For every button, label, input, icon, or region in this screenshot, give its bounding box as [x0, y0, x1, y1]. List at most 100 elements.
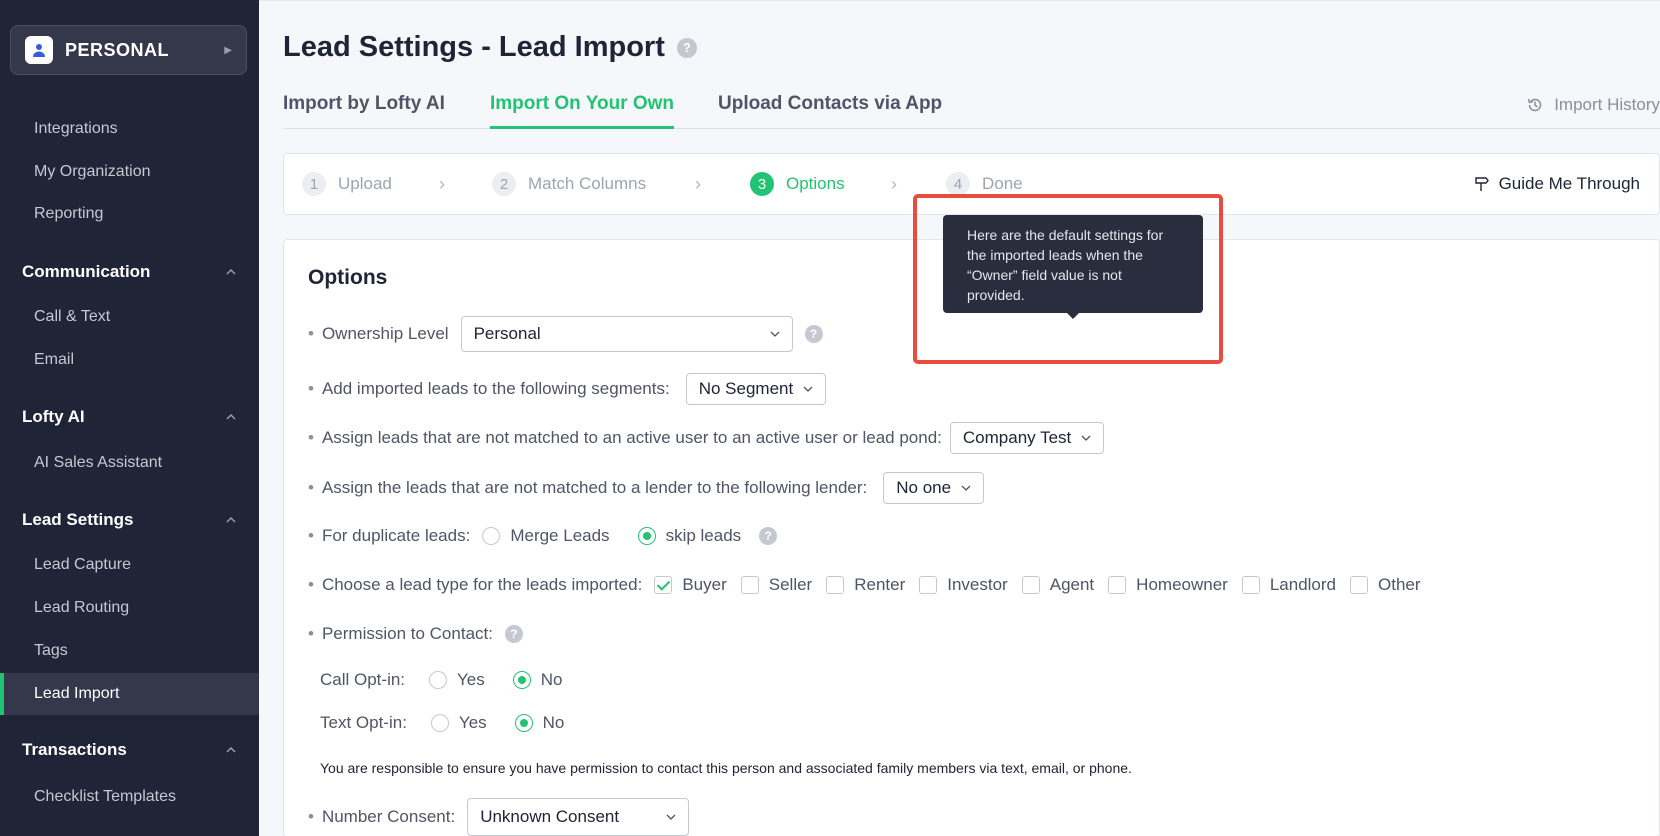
- sidebar-item-lead-routing[interactable]: Lead Routing: [0, 587, 259, 629]
- sidebar-section-communication[interactable]: Communication: [0, 252, 259, 292]
- section-title: Lofty AI: [22, 407, 85, 426]
- merge-leads-radio[interactable]: [482, 527, 501, 545]
- sidebar-item-checklist-templates[interactable]: Checklist Templates: [0, 776, 259, 818]
- call-optin-label: Call Opt-in:: [320, 670, 406, 689]
- assign-user-select[interactable]: Company Test: [949, 422, 1105, 454]
- segments-label: Add imported leads to the following segm…: [321, 379, 670, 398]
- homeowner-label: Homeowner: [1136, 575, 1228, 594]
- sidebar-item-ai-sales-assistant[interactable]: AI Sales Assistant: [0, 442, 259, 484]
- call-optin-yes-radio[interactable]: [429, 671, 448, 689]
- permission-row: • Permission to Contact: ?: [308, 621, 523, 647]
- sidebar-item-tags[interactable]: Tags: [0, 630, 259, 672]
- sidebar-item-integrations[interactable]: Integrations: [0, 108, 259, 150]
- step-match-columns[interactable]: 2 Match Columns: [492, 172, 646, 196]
- help-icon[interactable]: ?: [676, 37, 697, 58]
- sidebar-item-lead-import[interactable]: Lead Import: [0, 673, 259, 715]
- text-optin-yes-radio[interactable]: [430, 714, 449, 732]
- assign-user-label: Assign leads that are not matched to an …: [321, 428, 942, 447]
- step-options[interactable]: 3 Options: [750, 172, 845, 196]
- main-content: Lead Settings - Lead Import ? Import by …: [259, 0, 1660, 836]
- sidebar: PERSONAL ▶ Integrations My Organization …: [0, 0, 259, 836]
- text-optin-no-radio[interactable]: [514, 714, 533, 732]
- sidebar-section-lead-settings[interactable]: Lead Settings: [0, 500, 259, 540]
- history-icon: [1527, 98, 1542, 112]
- assign-user-row: • Assign leads that are not matched to a…: [308, 422, 1105, 454]
- sidebar-item-email[interactable]: Email: [0, 339, 259, 381]
- duplicate-row: • For duplicate leads: Merge Leads skip …: [308, 523, 778, 549]
- signpost-icon: [1474, 177, 1489, 191]
- number-consent-select[interactable]: Unknown Consent: [467, 798, 690, 836]
- text-optin-row: Text Opt-in: Yes No: [320, 710, 592, 736]
- call-optin-no-radio[interactable]: [512, 671, 531, 689]
- assign-lender-row: • Assign the leads that are not matched …: [308, 472, 985, 504]
- other-label: Other: [1378, 575, 1421, 594]
- segments-row: • Add imported leads to the following se…: [308, 373, 827, 405]
- step-label: Options: [786, 174, 845, 193]
- chevron-down-icon: [770, 331, 780, 337]
- assign-lender-select[interactable]: No one: [883, 472, 985, 504]
- text-optin-label: Text Opt-in:: [320, 713, 407, 732]
- sidebar-item-call-text[interactable]: Call & Text: [0, 296, 259, 338]
- investor-checkbox[interactable]: [919, 576, 938, 594]
- sidebar-item-my-organization[interactable]: My Organization: [0, 151, 259, 193]
- section-title: Lead Settings: [22, 510, 134, 529]
- sidebar-section-lofty-ai[interactable]: Lofty AI: [0, 397, 259, 437]
- workspace-label: PERSONAL: [65, 39, 170, 60]
- seller-checkbox[interactable]: [740, 576, 759, 594]
- skip-leads-radio[interactable]: [637, 527, 656, 545]
- step-number: 4: [946, 172, 970, 196]
- buyer-label: Buyer: [682, 575, 727, 594]
- ownership-tooltip: Here are the default settings for the im…: [943, 215, 1203, 319]
- homeowner-checkbox[interactable]: [1108, 576, 1127, 594]
- assign-lender-value: No one: [896, 478, 952, 497]
- workspace-switcher[interactable]: PERSONAL ▶: [10, 25, 247, 75]
- chevron-up-icon: [226, 746, 236, 753]
- agent-checkbox[interactable]: [1021, 576, 1040, 594]
- tab-import-on-your-own[interactable]: Import On Your Own: [490, 93, 675, 129]
- steps-bar: 1 Upload › 2 Match Columns › 3 Options ›…: [283, 153, 1660, 215]
- sidebar-section-transactions[interactable]: Transactions: [0, 730, 259, 770]
- section-title: Transactions: [22, 740, 127, 759]
- chevron-up-icon: [226, 268, 236, 275]
- guide-me-through-button[interactable]: Guide Me Through: [1473, 174, 1640, 194]
- call-optin-row: Call Opt-in: Yes No: [320, 667, 591, 693]
- number-consent-row: • Number Consent: Unknown Consent: [308, 798, 690, 836]
- text-optin-yes-label: Yes: [458, 713, 487, 732]
- ownership-label: Ownership Level: [321, 324, 449, 343]
- other-checkbox[interactable]: [1350, 576, 1368, 594]
- text-optin-no-label: No: [542, 713, 565, 732]
- renter-checkbox[interactable]: [826, 576, 845, 594]
- step-number: 1: [302, 172, 326, 196]
- buyer-checkbox[interactable]: [654, 576, 673, 594]
- step-upload[interactable]: 1 Upload: [302, 172, 392, 196]
- bullet: •: [308, 478, 314, 497]
- renter-label: Renter: [854, 575, 906, 594]
- help-icon[interactable]: ?: [504, 625, 523, 643]
- options-title: Options: [308, 266, 388, 289]
- tab-import-by-lofty-ai[interactable]: Import by Lofty AI: [283, 93, 445, 129]
- step-done[interactable]: 4 Done: [946, 172, 1023, 196]
- import-history-link[interactable]: Import History: [1526, 95, 1660, 115]
- tab-upload-contacts-via-app[interactable]: Upload Contacts via App: [718, 93, 942, 129]
- number-consent-value: Unknown Consent: [480, 807, 620, 826]
- investor-label: Investor: [947, 575, 1008, 594]
- segments-select[interactable]: No Segment: [685, 373, 827, 405]
- ownership-select[interactable]: Personal: [460, 316, 793, 352]
- bullet: •: [308, 624, 314, 643]
- bullet: •: [308, 575, 314, 594]
- sidebar-item-lead-capture[interactable]: Lead Capture: [0, 544, 259, 586]
- help-icon[interactable]: ?: [759, 527, 778, 545]
- bullet: •: [308, 379, 314, 398]
- lead-type-label: Choose a lead type for the leads importe…: [321, 575, 643, 594]
- duplicate-label: For duplicate leads:: [321, 526, 471, 545]
- landlord-checkbox[interactable]: [1241, 576, 1260, 594]
- merge-leads-label: Merge Leads: [510, 526, 610, 545]
- assign-lender-label: Assign the leads that are not matched to…: [321, 478, 868, 497]
- landlord-label: Landlord: [1269, 575, 1336, 594]
- permission-note: You are responsible to ensure you have p…: [320, 760, 1132, 776]
- step-label: Upload: [338, 174, 392, 193]
- chevron-right-icon: ▶: [224, 44, 232, 56]
- help-icon[interactable]: ?: [804, 325, 823, 343]
- step-number: 3: [750, 172, 774, 196]
- sidebar-item-reporting[interactable]: Reporting: [0, 193, 259, 235]
